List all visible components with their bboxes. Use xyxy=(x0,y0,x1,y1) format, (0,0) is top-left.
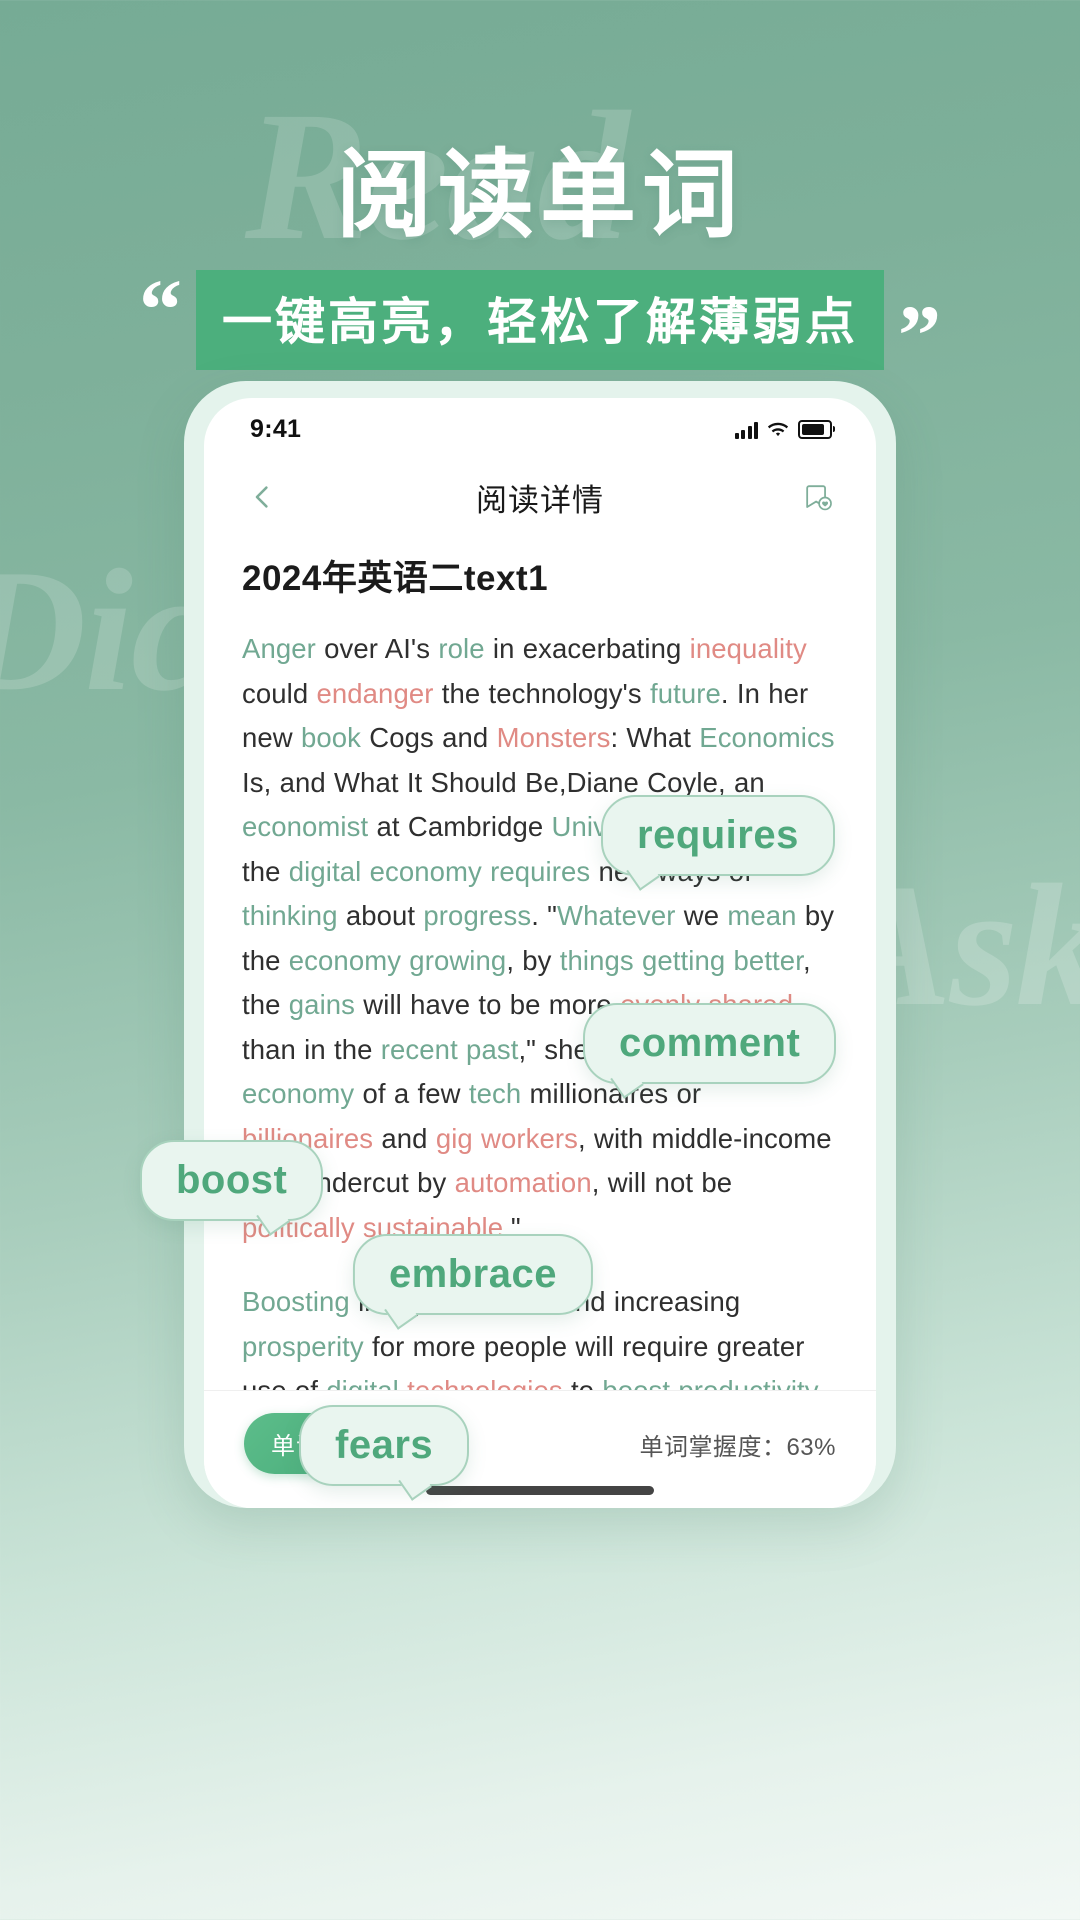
article-text: will have to be more xyxy=(355,989,621,1020)
quote-open-icon: “ xyxy=(139,261,182,357)
article-text: , with xyxy=(578,1122,652,1154)
battery-icon xyxy=(798,419,835,439)
mastery-label: 单词掌握度：63% xyxy=(639,1434,836,1461)
article-text: . " xyxy=(531,900,558,931)
status-icons xyxy=(734,419,835,439)
bookmark-heart-icon xyxy=(805,484,832,510)
article-text xyxy=(725,945,733,976)
cellular-signal-icon xyxy=(734,421,758,439)
nav-title: 阅读详情 xyxy=(476,482,604,518)
word-bubble-embrace[interactable]: embrace xyxy=(352,1234,593,1315)
word-bubble-fears[interactable]: fears xyxy=(299,1405,470,1486)
highlighted-word-green[interactable]: economy growing xyxy=(289,945,507,976)
article-text: we xyxy=(675,900,728,931)
highlighted-word-green[interactable]: Anger xyxy=(242,633,316,664)
status-time: 9:41 xyxy=(250,414,302,443)
article-text: about xyxy=(337,900,424,931)
status-bar: 9:41 xyxy=(204,398,876,460)
article-text: , will not be xyxy=(591,1167,733,1198)
highlighted-word-green[interactable]: Economics xyxy=(699,722,834,753)
article-text: Is, and What It xyxy=(242,766,431,798)
article-title: 2024年英语二text1 xyxy=(242,559,549,598)
highlighted-word-red[interactable]: inequality xyxy=(690,633,807,664)
subtitle-text: 一键高亮，轻松了解薄弱点 xyxy=(222,294,858,350)
home-indicator xyxy=(426,1486,654,1495)
bookmark-button[interactable] xyxy=(796,475,840,519)
highlighted-word-green[interactable]: economy xyxy=(242,1078,354,1109)
article-text: over AI's xyxy=(315,633,439,664)
highlighted-word-red[interactable]: automation xyxy=(455,1167,592,1198)
article-text: Should Be,Diane Coyle, an xyxy=(430,766,765,798)
wifi-icon xyxy=(767,422,789,439)
article-text: middle-income xyxy=(651,1122,832,1154)
highlighted-word-green[interactable]: digital economy requires xyxy=(289,856,590,887)
subtitle-banner: “ 一键高亮，轻松了解薄弱点 ” xyxy=(0,262,1080,378)
word-bubble-comment[interactable]: comment xyxy=(583,1003,837,1084)
highlighted-word-green[interactable]: progress xyxy=(423,900,531,931)
highlighted-word-green[interactable]: thinking xyxy=(242,900,338,931)
highlighted-word-red[interactable]: gig workers xyxy=(436,1123,578,1154)
highlighted-word-green[interactable]: prosperity xyxy=(242,1331,364,1362)
article-text: in exacerbating xyxy=(484,633,690,664)
word-bubble-requires[interactable]: requires xyxy=(601,795,835,876)
article-text: at Cambridge xyxy=(368,811,552,842)
highlighted-word-green[interactable]: role xyxy=(438,633,484,664)
quote-close-icon: ” xyxy=(898,287,941,383)
highlighted-word-green[interactable]: tech xyxy=(469,1078,521,1109)
article-text: , by xyxy=(506,944,560,976)
highlighted-word-green[interactable]: things getting xyxy=(560,945,726,976)
article-text: : What xyxy=(610,722,700,753)
phone-screen: 9:41 阅读详情 2024年英语二text1 Anger over AI's … xyxy=(204,398,876,1508)
article-text: Cogs and xyxy=(361,722,497,753)
article-text: of a few xyxy=(354,1078,469,1109)
back-button[interactable] xyxy=(240,475,284,519)
nav-bar: 阅读详情 xyxy=(204,460,876,534)
article-paragraph: Anger over AI's role in exacerbating ine… xyxy=(242,627,838,1250)
highlighted-word-green[interactable]: better xyxy=(734,945,803,976)
word-bubble-boost[interactable]: boost xyxy=(140,1140,324,1221)
highlighted-word-green[interactable]: gains xyxy=(289,989,355,1020)
highlighted-word-red[interactable]: Monsters xyxy=(497,722,611,753)
highlighted-word-green[interactable]: Boosting xyxy=(242,1286,350,1317)
article-text: the technology's xyxy=(433,677,650,709)
highlighted-word-green[interactable]: mean xyxy=(727,900,796,931)
highlighted-word-green[interactable]: economist xyxy=(242,811,368,842)
highlighted-word-red[interactable]: endanger xyxy=(316,678,433,709)
highlighted-word-green[interactable]: recent past xyxy=(381,1034,519,1065)
highlighted-word-green[interactable]: future xyxy=(650,678,721,709)
highlighted-word-green[interactable]: Whatever xyxy=(557,900,675,931)
page-title: 阅读单词 xyxy=(336,142,744,249)
article-text: and xyxy=(373,1122,436,1154)
chevron-left-icon xyxy=(255,486,268,508)
article-text: than in the xyxy=(242,1033,381,1065)
article-text: could xyxy=(242,677,317,709)
highlighted-word-green[interactable]: book xyxy=(301,722,361,753)
subtitle-banner-box: 一键高亮，轻松了解薄弱点 xyxy=(196,270,884,370)
phone-mockup: 9:41 阅读详情 2024年英语二text1 Anger over AI's … xyxy=(184,381,896,1508)
